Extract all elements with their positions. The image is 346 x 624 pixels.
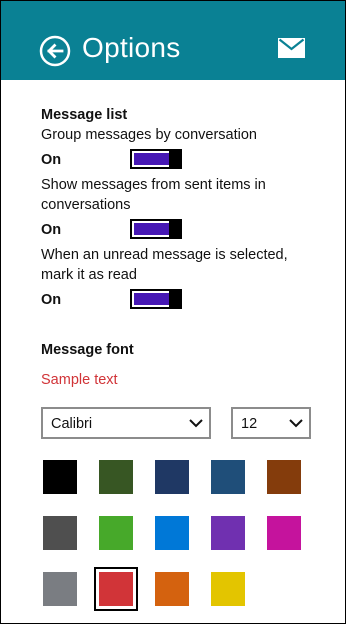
sent-items-state: On	[41, 222, 62, 238]
options-pane: Options Message list Group messages by c…	[0, 0, 346, 624]
color-swatch[interactable]	[43, 572, 77, 606]
back-button[interactable]	[39, 35, 71, 67]
color-swatch[interactable]	[267, 460, 301, 494]
message-font-heading: Message font	[41, 342, 134, 358]
color-swatch[interactable]	[43, 516, 77, 550]
toggle-thumb[interactable]	[169, 291, 180, 307]
color-swatch[interactable]	[211, 572, 245, 606]
color-swatch[interactable]	[43, 460, 77, 494]
font-size-value: 12	[241, 416, 258, 432]
page-title: Options	[82, 32, 181, 63]
sample-text: Sample text	[41, 372, 118, 388]
mark-read-state: On	[41, 292, 62, 308]
group-conversation-state: On	[41, 152, 62, 168]
back-arrow-icon	[39, 35, 71, 67]
font-family-select[interactable]: Calibri	[41, 407, 211, 439]
color-swatch[interactable]	[155, 572, 189, 606]
chevron-down-icon	[189, 419, 203, 428]
color-swatch[interactable]	[155, 460, 189, 494]
mark-read-toggle[interactable]	[130, 289, 182, 309]
mark-read-label: When an unread message is selected, mark…	[41, 247, 288, 283]
toggle-thumb[interactable]	[169, 151, 180, 167]
color-swatch[interactable]	[99, 460, 133, 494]
message-list-heading: Message list	[41, 107, 128, 123]
mail-button[interactable]	[278, 38, 305, 58]
toggle-fill	[134, 153, 169, 165]
chevron-down-icon	[289, 419, 303, 428]
sent-items-toggle[interactable]	[130, 219, 182, 239]
color-swatch[interactable]	[211, 460, 245, 494]
color-swatch[interactable]	[99, 516, 133, 550]
toggle-fill	[134, 223, 169, 235]
color-swatch[interactable]	[211, 516, 245, 550]
color-swatch[interactable]	[155, 516, 189, 550]
sent-items-label: Show messages from sent items in convers…	[41, 177, 266, 213]
font-size-select[interactable]: 12	[231, 407, 311, 439]
mail-icon	[278, 38, 305, 58]
group-conversation-toggle[interactable]	[130, 149, 182, 169]
toggle-thumb[interactable]	[169, 221, 180, 237]
color-swatch[interactable]	[267, 516, 301, 550]
group-conversation-label: Group messages by conversation	[41, 127, 257, 143]
color-swatch[interactable]	[94, 567, 138, 611]
toggle-fill	[134, 293, 169, 305]
font-family-value: Calibri	[51, 416, 93, 432]
header-bar: Options	[1, 1, 345, 80]
